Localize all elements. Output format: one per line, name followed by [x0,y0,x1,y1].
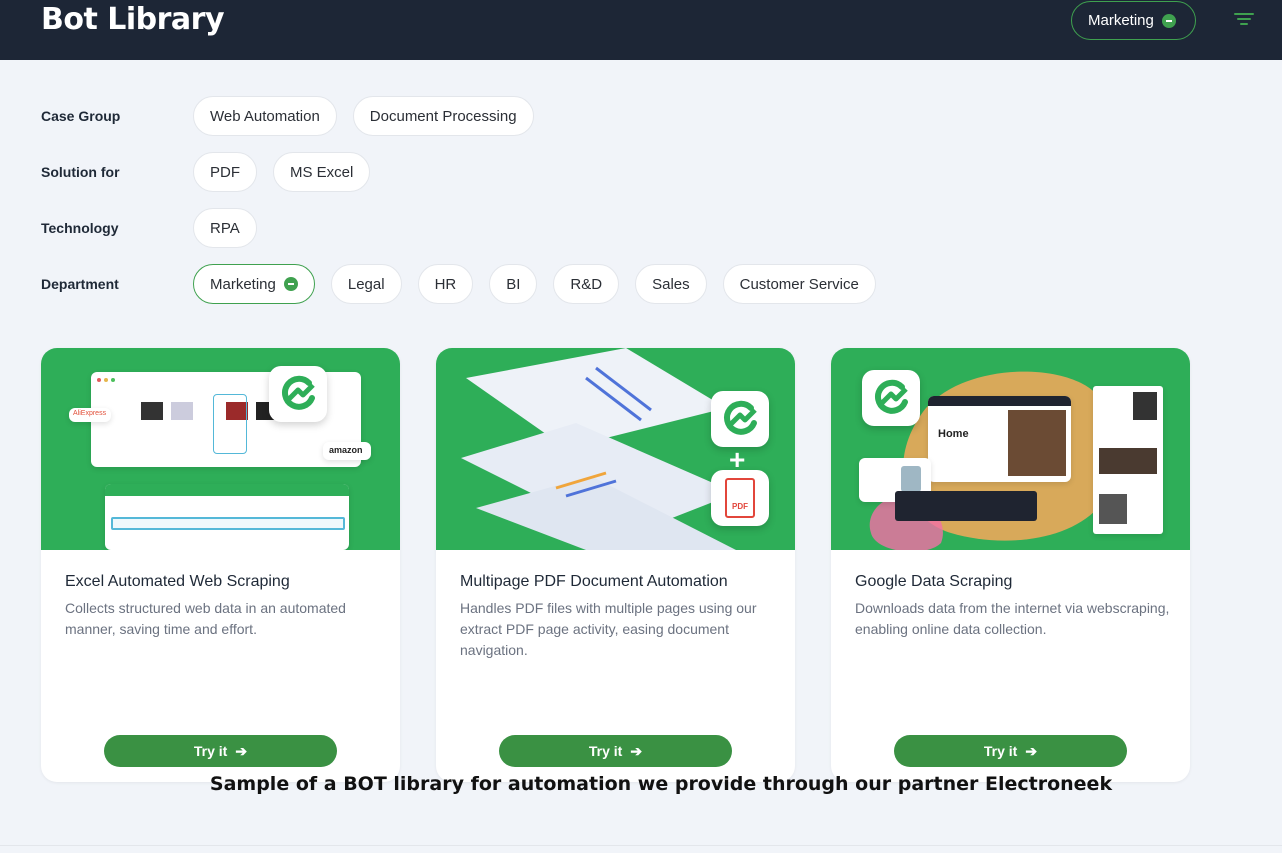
chip-web-automation[interactable]: Web Automation [193,96,337,136]
card-description: Handles PDF files with multiple pages us… [460,600,757,658]
try-it-label: Try it [588,743,623,759]
chip-marketing[interactable]: Marketing [193,264,315,304]
website-mockup: Home [928,396,1071,482]
arrow-right-icon: ➔ [235,742,248,759]
chip-customer-service[interactable]: Customer Service [722,264,876,304]
electroneek-logo-icon [711,391,769,447]
image-caption: Sample of a BOT library for automation w… [209,773,1113,795]
filter-row-case-group: Case Group Web Automation Document Proce… [41,96,534,136]
aliexpress-badge: AliExpress [69,408,111,422]
dark-footer-mockup [895,491,1037,521]
chip-rnd[interactable]: R&D [553,264,620,304]
chip-label: Marketing [210,275,276,293]
try-it-label: Try it [983,743,1018,759]
top-bar: Bot Library Marketing [0,0,1282,60]
bot-card[interactable]: + PDF Multipage PDF Document Automation … [436,348,795,782]
filter-row-technology: Technology RPA [41,208,257,248]
chip-legal[interactable]: Legal [330,264,402,304]
card-title: Multipage PDF Document Automation [460,573,728,590]
chip-rpa[interactable]: RPA [193,208,257,248]
chip-hr[interactable]: HR [417,264,474,304]
chip-sales[interactable]: Sales [635,264,707,304]
chip-ms-excel[interactable]: MS Excel [273,152,371,192]
card-description: Downloads data from the internet via web… [855,600,1170,637]
chip-pdf[interactable]: PDF [193,152,257,192]
card-illustration: AliExpress amazon [41,348,400,550]
filter-row-department: Department Marketing Legal HR BI R&D Sal… [41,264,876,304]
chip-bi[interactable]: BI [489,264,538,304]
card-illustration: Home [831,348,1190,550]
remove-filter-icon[interactable] [1161,13,1176,28]
filter-icon[interactable] [1234,13,1254,27]
filter-label: Case Group [41,108,121,124]
filter-label: Technology [41,220,119,236]
try-it-button[interactable]: Try it ➔ [104,735,337,767]
filter-label: Solution for [41,164,120,180]
try-it-button[interactable]: Try it ➔ [894,735,1127,767]
bot-card[interactable]: Home Google Data Scraping Downloads data… [831,348,1190,782]
bot-card[interactable]: AliExpress amazon Excel Automated Web Sc… [41,348,400,782]
home-heading: Home [938,428,969,440]
active-filter-label: Marketing [1088,12,1154,29]
active-filter-chip[interactable]: Marketing [1071,1,1196,40]
try-it-label: Try it [193,743,228,759]
try-it-button[interactable]: Try it ➔ [499,735,732,767]
divider [0,845,1282,846]
card-title: Excel Automated Web Scraping [65,573,290,590]
amazon-badge: amazon [323,442,371,460]
electroneek-logo-icon [862,370,920,426]
remove-filter-icon[interactable] [283,277,298,291]
filter-label: Department [41,276,119,292]
page-title: Bot Library [41,2,225,37]
chip-document-processing[interactable]: Document Processing [352,96,534,136]
card-illustration: + PDF [436,348,795,550]
card-title: Google Data Scraping [855,573,1013,590]
card-description: Collects structured web data in an autom… [65,600,346,637]
arrow-right-icon: ➔ [1025,742,1038,759]
pdf-file-icon: PDF [711,470,769,526]
filter-row-solution-for: Solution for PDF MS Excel [41,152,371,192]
arrow-right-icon: ➔ [630,742,643,759]
article-mockup [1093,386,1163,534]
spreadsheet-mockup [105,484,349,550]
electroneek-logo-icon [269,366,327,422]
